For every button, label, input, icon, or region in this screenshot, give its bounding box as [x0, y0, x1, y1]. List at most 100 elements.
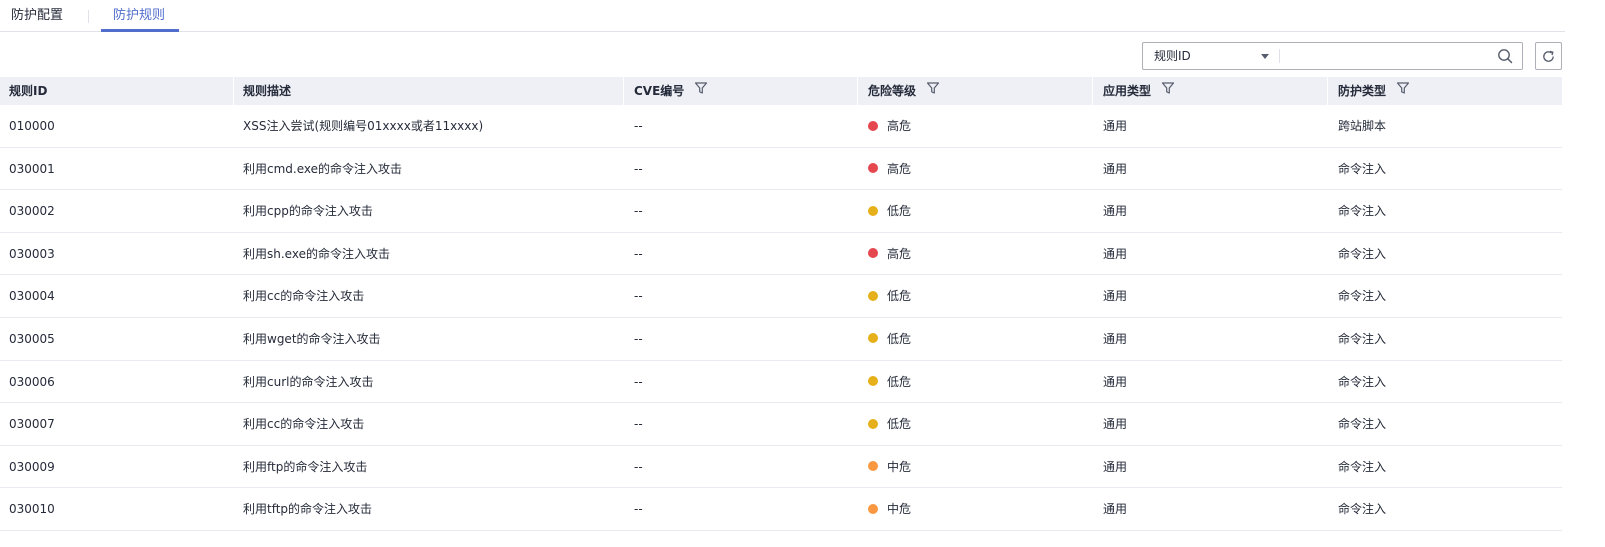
- table-body: 010000 XSS注入尝试(规则编号01xxxx或者11xxxx) -- 高危 通用跨…: [0, 105, 1562, 531]
- cell-text: 命令注入: [1338, 459, 1387, 474]
- risk-level-dot-icon: [868, 248, 878, 259]
- cell-rule-desc: 利用cmd.exe的命令注入攻击: [243, 148, 402, 190]
- search-icon[interactable]: [1497, 48, 1513, 64]
- cell-app-type: 通用: [1103, 105, 1127, 147]
- cell-text: 利用cc的命令注入攻击: [243, 289, 365, 304]
- cell-text: 利用sh.exe的命令注入攻击: [243, 246, 390, 261]
- cell-text: 通用: [1103, 417, 1128, 432]
- filter-icon[interactable]: [1396, 77, 1410, 105]
- cell-rule-id: 030004: [9, 275, 55, 317]
- cell-risk-level: 高危: [868, 105, 911, 147]
- column-divider[interactable]: [623, 77, 624, 105]
- cell-protection-type: 命令注入: [1338, 190, 1386, 232]
- cell-text: 利用wget的命令注入攻击: [243, 331, 381, 346]
- cell-risk-level: 低危: [868, 318, 911, 360]
- tab-protection-config[interactable]: 防护配置: [11, 0, 63, 32]
- cell-text: 利用cc的命令注入攻击: [243, 417, 365, 432]
- search-box: 规则ID: [1142, 42, 1523, 70]
- cell-text: 030001: [9, 161, 55, 176]
- table-row[interactable]: 030009 利用ftp的命令注入攻击 -- 中危 通用 命令注入: [0, 446, 1562, 489]
- cell-text: --: [634, 417, 643, 432]
- cell-protection-type: 命令注入: [1338, 233, 1386, 275]
- column-header-label: 危险等级: [868, 84, 917, 98]
- cell-rule-desc: 利用cc的命令注入攻击: [243, 403, 364, 445]
- cell-text: 利用ftp的命令注入攻击: [243, 459, 368, 474]
- cell-text: 030003: [9, 246, 55, 261]
- cell-cve-id: --: [634, 233, 643, 275]
- risk-level-dot-icon: [868, 120, 878, 131]
- table-row[interactable]: 030004 利用cc的命令注入攻击 -- 低危 通用 命令注入: [0, 275, 1562, 318]
- cell-protection-type: 跨站脚本: [1338, 105, 1386, 147]
- filter-icon[interactable]: [926, 77, 940, 105]
- risk-level-dot-icon: [868, 290, 878, 301]
- search-field-select[interactable]: 规则ID: [1143, 43, 1279, 69]
- column-divider[interactable]: [233, 77, 234, 105]
- cell-cve-id: --: [634, 403, 643, 445]
- cell-text: 高危: [887, 246, 912, 261]
- table-row[interactable]: 030006 利用curl的命令注入攻击 -- 低危 通用 命令注入: [0, 361, 1562, 404]
- table-row[interactable]: 010000 XSS注入尝试(规则编号01xxxx或者11xxxx) -- 高危 通用 跨…: [0, 105, 1562, 148]
- column-header-cve-id: CVE编号: [634, 77, 708, 105]
- cell-text: --: [634, 119, 643, 133]
- cell-protection-type: 命令注入: [1338, 318, 1386, 360]
- refresh-icon: [1543, 50, 1554, 62]
- column-divider[interactable]: [1092, 77, 1093, 105]
- cell-text: 利用cmd.exe的命令注入攻击: [243, 161, 403, 176]
- table-row[interactable]: 030005 利用wget的命令注入攻击 -- 低危 通用 命令注入: [0, 318, 1562, 361]
- table-row[interactable]: 030002 利用cpp的命令注入攻击 -- 低危 通用 命令注入: [0, 190, 1562, 233]
- cell-text: --: [634, 374, 643, 389]
- cell-cve-id: --: [634, 190, 643, 232]
- search-input[interactable]: [1285, 45, 1485, 67]
- column-header-label: 应用类型: [1103, 84, 1152, 98]
- cell-text: 通用: [1103, 289, 1128, 304]
- cell-text: --: [634, 459, 643, 474]
- cell-text: 通用: [1103, 204, 1128, 219]
- cell-rule-id: 030009: [9, 446, 55, 488]
- column-header-label: 规则描述: [243, 84, 292, 98]
- cell-risk-level: 中危: [868, 488, 911, 530]
- cell-text: --: [634, 502, 643, 517]
- filter-icon[interactable]: [694, 77, 708, 105]
- cell-text: 低危: [887, 374, 912, 389]
- cell-rule-desc: 利用wget的命令注入攻击: [243, 318, 381, 360]
- cell-app-type: 通用: [1103, 488, 1127, 530]
- cell-text: --: [634, 161, 643, 176]
- cell-rule-id: 030003: [9, 233, 55, 275]
- cell-rule-desc: 利用curl的命令注入攻击: [243, 361, 373, 403]
- filter-icon[interactable]: [1161, 77, 1175, 105]
- refresh-button[interactable]: [1535, 42, 1562, 70]
- cell-app-type: 通用: [1103, 361, 1127, 403]
- cell-text: 030005: [9, 331, 55, 346]
- cell-text: 通用: [1103, 246, 1128, 261]
- cell-text: --: [634, 331, 643, 346]
- cell-text: 通用: [1103, 459, 1128, 474]
- column-divider[interactable]: [857, 77, 858, 105]
- table-row[interactable]: 030001 利用cmd.exe的命令注入攻击 -- 高危 通用 命令注入: [0, 148, 1562, 191]
- cell-cve-id: --: [634, 488, 643, 530]
- cell-text: 命令注入: [1338, 204, 1387, 219]
- cell-text: --: [634, 246, 643, 261]
- cell-rule-desc: 利用ftp的命令注入攻击: [243, 446, 367, 488]
- cell-text: 命令注入: [1338, 374, 1387, 389]
- column-header-protection-type: 防护类型: [1338, 77, 1410, 105]
- cell-risk-level: 高危: [868, 148, 911, 190]
- table-row[interactable]: 030003 利用sh.exe的命令注入攻击 -- 高危 通用 命令注入: [0, 233, 1562, 276]
- cell-rule-id: 030006: [9, 361, 55, 403]
- cell-risk-level: 低危: [868, 190, 911, 232]
- column-header-label: 防护类型: [1338, 84, 1387, 98]
- cell-text: 利用curl的命令注入攻击: [243, 374, 374, 389]
- table-row[interactable]: 030010 利用tftp的命令注入攻击 -- 中危 通用 命令注入: [0, 488, 1562, 531]
- tab-protection-rules[interactable]: 防护规则: [113, 0, 165, 32]
- cell-app-type: 通用: [1103, 275, 1127, 317]
- cell-protection-type: 命令注入: [1338, 446, 1386, 488]
- cell-cve-id: --: [634, 148, 643, 190]
- table-row[interactable]: 030007 利用cc的命令注入攻击 -- 低危 通用 命令注入: [0, 403, 1562, 446]
- risk-level-dot-icon: [868, 376, 878, 387]
- cell-cve-id: --: [634, 105, 643, 147]
- cell-text: 低危: [887, 417, 912, 432]
- tab-divider: [88, 10, 89, 23]
- cell-app-type: 通用: [1103, 318, 1127, 360]
- cell-rule-desc: XSS注入尝试(规则编号01xxxx或者11xxxx): [243, 105, 483, 147]
- tab-bar: 防护配置 防护规则: [0, 0, 1565, 32]
- column-divider[interactable]: [1327, 77, 1328, 105]
